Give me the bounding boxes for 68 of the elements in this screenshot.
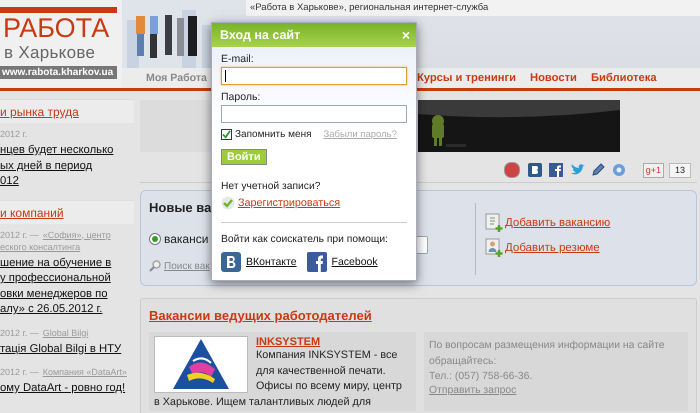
news-source-link[interactable]: «София», центр bbox=[42, 228, 111, 240]
vk-icon bbox=[221, 252, 241, 272]
action-link[interactable]: Добавить вакансию bbox=[505, 217, 610, 229]
news-link[interactable]: 012 bbox=[0, 174, 19, 190]
check-icon bbox=[221, 196, 235, 210]
company-description: Компания INKSYSTEM - все для качественной печати. Офисы по всему миру, центр bbox=[256, 348, 403, 394]
news-link[interactable]: нцев будет несколько bbox=[0, 143, 114, 158]
news-link[interactable]: ых дней в период bbox=[0, 158, 92, 174]
section-link[interactable]: и рынка труда bbox=[0, 105, 79, 119]
social-login-link[interactable]: ВКонтакте bbox=[246, 256, 297, 268]
nav-link[interactable]: Моя Работа bbox=[146, 72, 207, 84]
news-source-link[interactable]: Global Bilgi bbox=[42, 326, 88, 338]
password-field[interactable] bbox=[221, 105, 407, 123]
panel-title: Новые ва bbox=[149, 200, 212, 215]
news-link[interactable]: шение на обучение в bbox=[0, 256, 112, 271]
checkbox[interactable] bbox=[221, 129, 232, 140]
email-field[interactable] bbox=[221, 67, 407, 85]
news-link[interactable]: алу» с 26.05.2012 г. bbox=[0, 302, 102, 318]
company-link[interactable]: INKSYSTEM bbox=[256, 336, 320, 348]
bird-icon[interactable] bbox=[570, 163, 586, 177]
news-link[interactable]: ому DataArt - ровно год! bbox=[0, 381, 126, 396]
nav-link[interactable]: Библиотека bbox=[590, 72, 657, 84]
forgot-password-link[interactable]: Забыли пароль? bbox=[324, 129, 397, 140]
plus-one-button[interactable]: g+1 bbox=[642, 162, 664, 178]
request-link[interactable]: Отправить запрос bbox=[429, 384, 516, 396]
document-add-icon bbox=[485, 213, 503, 233]
news-source-link[interactable]: еского консалтинга bbox=[0, 240, 80, 252]
news-link[interactable]: у профессиональной bbox=[0, 271, 111, 286]
news-date: 2012 г. bbox=[0, 128, 28, 140]
share-icon[interactable] bbox=[504, 162, 520, 178]
search-icon bbox=[149, 260, 161, 272]
register-link[interactable]: Зарегистрироваться bbox=[238, 197, 340, 209]
share-count: 13 bbox=[668, 162, 691, 178]
news-date: 2012 г. — bbox=[0, 366, 39, 378]
action-link[interactable]: Добавить резюме bbox=[505, 242, 600, 254]
news-link[interactable]: тація Global Bilgi в НТУ bbox=[0, 342, 122, 357]
news-date: 2012 г. — bbox=[0, 228, 39, 240]
news-date: 2012 г. — bbox=[0, 326, 39, 338]
logo-subtitle: в Харькове bbox=[4, 43, 96, 63]
company-description: в Харькове. Ищем талантливых людей для bbox=[154, 395, 372, 410]
vk-icon[interactable] bbox=[528, 163, 544, 177]
social-login-link[interactable]: Facebook bbox=[332, 256, 378, 268]
nav-link[interactable]: Новости bbox=[530, 72, 577, 84]
radio-button[interactable] bbox=[149, 233, 161, 245]
gear-icon[interactable] bbox=[612, 163, 628, 177]
phone-number: Тел.: (057) 758-66-36. bbox=[429, 370, 532, 384]
panel-title-link[interactable]: Вакансии ведущих работодателей bbox=[149, 308, 372, 323]
facebook-icon bbox=[306, 252, 327, 272]
radio-option[interactable]: ваканси bbox=[149, 232, 208, 246]
person-add-icon bbox=[485, 238, 503, 258]
logo[interactable]: РАБОТА в Харькове www.rabota.kharkov.ua bbox=[0, 0, 122, 88]
nav-link[interactable]: Курсы и тренинги bbox=[416, 72, 516, 84]
field-label: Пароль: bbox=[221, 91, 262, 104]
search-link[interactable]: Поиск вак bbox=[164, 260, 210, 272]
facebook-icon[interactable] bbox=[548, 163, 565, 177]
checkbox-label[interactable]: Запомнить меня bbox=[235, 129, 312, 140]
field-label: E-mail: bbox=[221, 53, 255, 66]
news-source-link[interactable]: Компания «DataArt» bbox=[42, 366, 127, 378]
social-prompt: Войти как соискатель при помощи: bbox=[221, 234, 388, 245]
dialog-title: Вход на сайт bbox=[220, 28, 300, 42]
no-account-text: Нет учетной записи? bbox=[221, 181, 320, 192]
contact-text: По вопросам размещения информации на сайте обращайтесь: bbox=[429, 339, 666, 368]
site-tagline: «Работа в Харькове», региональная интернет-служба bbox=[250, 2, 488, 13]
news-link[interactable]: овки менеджеров по bbox=[0, 286, 108, 302]
logo-title: РАБОТА bbox=[3, 13, 110, 43]
section-link[interactable]: и компаний bbox=[0, 206, 64, 220]
site-url: www.rabota.kharkov.ua bbox=[0, 66, 117, 79]
pencil-icon[interactable] bbox=[590, 163, 607, 177]
